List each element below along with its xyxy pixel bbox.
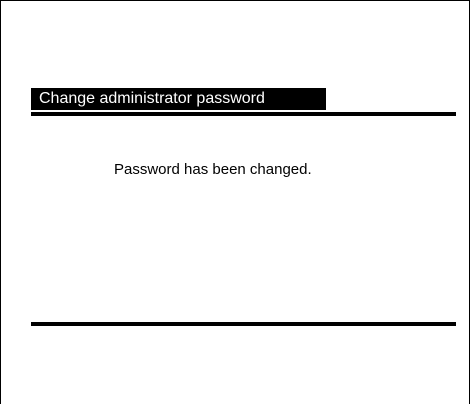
bottom-divider <box>31 322 456 326</box>
dialog-title-bar: Change administrator password <box>31 88 326 110</box>
dialog-frame: Change administrator password Password h… <box>0 0 470 404</box>
top-divider <box>31 112 456 116</box>
dialog-title: Change administrator password <box>39 90 265 107</box>
status-message: Password has been changed. <box>114 161 312 178</box>
